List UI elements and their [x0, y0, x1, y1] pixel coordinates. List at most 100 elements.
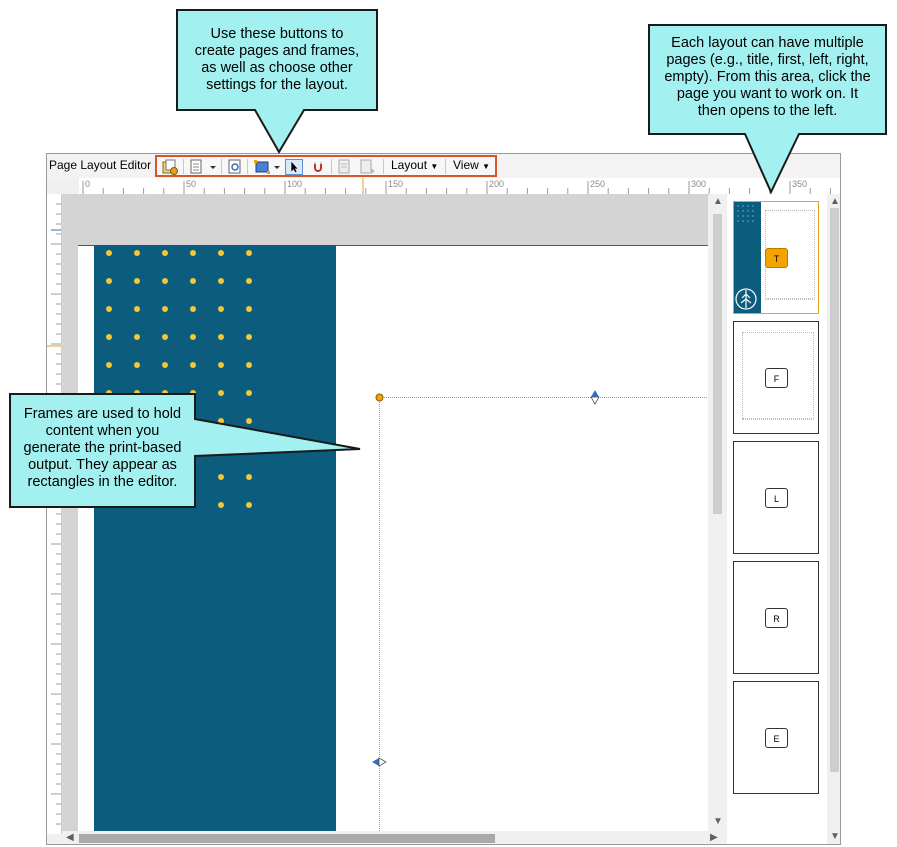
ruler-tick-label: 150: [388, 179, 403, 189]
ruler-tick-label: 50: [186, 179, 196, 189]
toolbar-button-group: Layout ▼ View ▼: [155, 155, 497, 177]
decorative-dot: [218, 250, 224, 256]
callout-line: content when you: [45, 423, 160, 439]
toolbar-callout-text: Use these buttons to create pages and fr…: [177, 26, 377, 94]
frame-outline: [742, 418, 812, 419]
page-thumbnail-right[interactable]: R: [733, 561, 819, 674]
decorative-dot: [162, 362, 168, 368]
scroll-thumb[interactable]: [79, 834, 495, 843]
decorative-dot: [162, 306, 168, 312]
page-thumbnail-first[interactable]: F: [733, 321, 819, 434]
editor-title: Page Layout Editor: [49, 158, 152, 172]
decorative-dot: [218, 446, 224, 452]
scroll-right-icon[interactable]: ▶: [710, 832, 718, 843]
page-badge: L: [765, 488, 788, 508]
page-thumbnail-title[interactable]: T: [733, 201, 819, 314]
pages-panel-scrollbar[interactable]: ▲ ▼: [827, 194, 840, 844]
canvas-horizontal-scrollbar[interactable]: ◀ ▶: [62, 831, 724, 844]
decorative-dot: [134, 306, 140, 312]
decorative-dot: [218, 418, 224, 424]
page-thumbnail-left[interactable]: L: [733, 441, 819, 554]
decorative-dot: [246, 362, 252, 368]
decorative-dot: [134, 362, 140, 368]
resize-vertical-handle[interactable]: [590, 389, 600, 405]
callout-line: page you want to work on. It: [676, 86, 859, 102]
callout-line: Use these buttons to: [210, 26, 344, 42]
callout-line: rectangles in the editor.: [27, 474, 178, 490]
page-type-icon[interactable]: [189, 159, 205, 175]
callout-line: settings for the layout.: [206, 77, 348, 93]
decorative-dot: [190, 306, 196, 312]
pages-callout-text: Each layout can have multiple pages (e.g…: [649, 35, 886, 120]
decorative-dot: [162, 334, 168, 340]
scroll-up-icon[interactable]: ▲: [713, 196, 723, 207]
ruler-tick-label: 300: [691, 179, 706, 189]
chevron-down-icon: ▼: [482, 162, 491, 171]
callout-line: Frames are used to hold: [23, 406, 182, 422]
decorative-dot: [162, 502, 168, 508]
decorative-dot: [134, 250, 140, 256]
callout-line: output. They appear as: [28, 457, 177, 473]
chevron-down-icon[interactable]: [209, 159, 217, 175]
ruler-tick-label: 250: [590, 179, 605, 189]
view-menu-label: View: [453, 158, 479, 172]
add-page-icon[interactable]: [161, 159, 179, 175]
decorative-dot: [190, 278, 196, 284]
decorative-dot: [134, 278, 140, 284]
decorative-dot: [246, 306, 252, 312]
decorative-dot: [106, 502, 112, 508]
callout-line: pages (e.g., title, first, left, right,: [666, 52, 869, 68]
decorative-dot: [218, 362, 224, 368]
decorative-side-panel: [94, 245, 336, 831]
decorative-dot: [106, 390, 112, 396]
chevron-down-icon[interactable]: [273, 159, 281, 175]
view-menu[interactable]: View ▼: [453, 158, 490, 172]
bring-forward-icon[interactable]: [337, 159, 353, 175]
decorative-dot: [162, 390, 168, 396]
frame-icon[interactable]: [253, 159, 271, 175]
decorative-dot: [190, 250, 196, 256]
callout-line: generate the print-based: [23, 440, 182, 456]
decorative-dot: [246, 390, 252, 396]
ruler-tick-label: 100: [287, 179, 302, 189]
ruler-tick-label: 0: [85, 179, 90, 189]
frames-callout-text: Frames are used to hold content when you…: [10, 406, 195, 491]
callout-line: as well as choose other: [201, 60, 353, 76]
decorative-dot: [246, 250, 252, 256]
scroll-thumb[interactable]: [830, 208, 839, 772]
callout-line: empty). From this area, click the: [664, 69, 871, 85]
layout-canvas[interactable]: [62, 194, 708, 831]
decorative-dot: [218, 334, 224, 340]
send-backward-icon[interactable]: [359, 159, 377, 175]
resize-horizontal-handle[interactable]: [371, 757, 387, 767]
title-page-preview: [78, 245, 708, 831]
decorative-dot: [190, 334, 196, 340]
toolbar-separator: [445, 159, 446, 174]
scroll-up-icon[interactable]: ▲: [830, 196, 840, 207]
decorative-dot: [246, 418, 252, 424]
decorative-dot: [134, 334, 140, 340]
frame-top-edge: [381, 397, 708, 398]
canvas-vertical-scrollbar[interactable]: ▲ ▼: [709, 194, 726, 831]
decorative-dot: [218, 278, 224, 284]
decorative-dot: [218, 306, 224, 312]
scroll-thumb[interactable]: [713, 214, 722, 514]
layout-menu[interactable]: Layout ▼: [391, 158, 438, 172]
page-properties-icon[interactable]: [227, 159, 243, 175]
scroll-down-icon[interactable]: ▼: [830, 831, 840, 842]
decorative-dot: [106, 250, 112, 256]
scroll-down-icon[interactable]: ▼: [713, 816, 723, 827]
frame-corner-handle[interactable]: [375, 393, 384, 402]
toolbar: Page Layout Editor Layout ▼ View ▼: [47, 154, 840, 178]
magnet-icon[interactable]: [309, 159, 327, 175]
page-badge: E: [765, 728, 788, 748]
scroll-left-icon[interactable]: ◀: [66, 832, 74, 843]
page-badge: T: [765, 248, 788, 268]
title-page-art: [734, 202, 761, 313]
layout-menu-label: Layout: [391, 158, 428, 172]
pointer-icon[interactable]: [285, 159, 303, 175]
toolbar-separator: [183, 159, 184, 174]
decorative-dot: [106, 362, 112, 368]
page-thumbnail-empty[interactable]: E: [733, 681, 819, 794]
callout-line: create pages and frames,: [194, 43, 360, 59]
